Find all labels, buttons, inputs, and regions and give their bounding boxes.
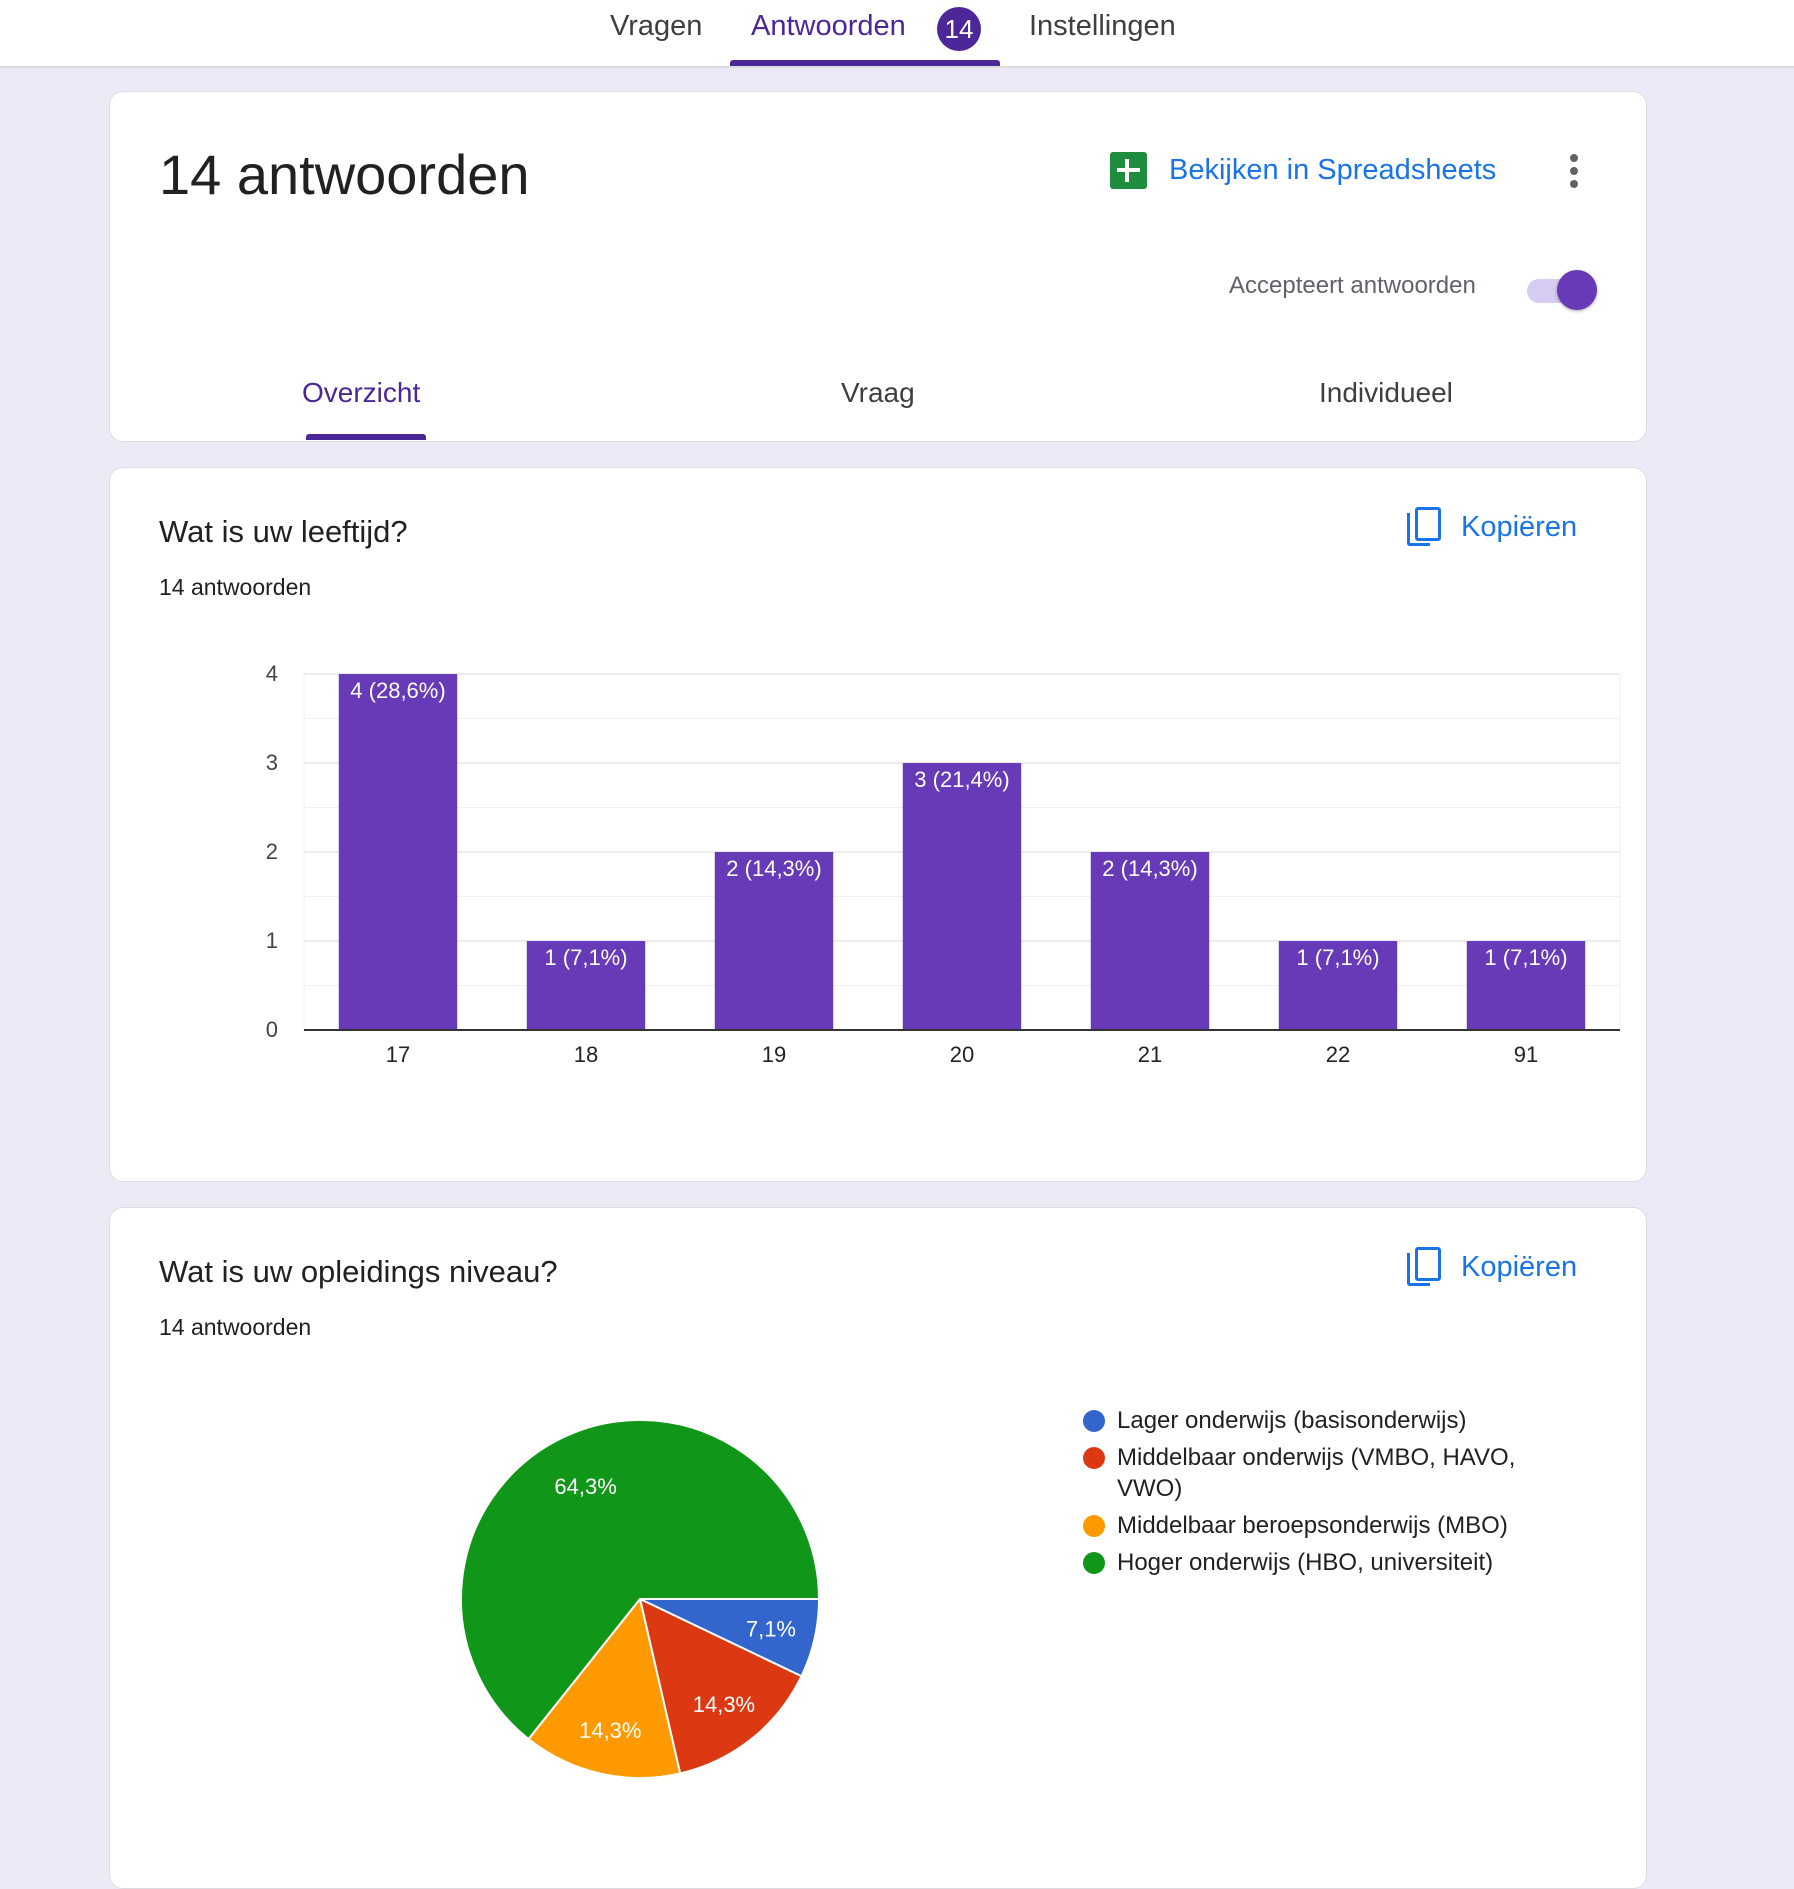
legend-item: Hoger onderwijs (HBO, universiteit)	[1083, 1547, 1543, 1578]
tab-overzicht[interactable]: Overzicht	[302, 377, 420, 409]
legend-item: Middelbaar beroepsonderwijs (MBO)	[1083, 1510, 1543, 1541]
question-card-age: Wat is uw leeftijd? 14 antwoorden Kopiër…	[109, 467, 1647, 1182]
x-tick-label: 91	[1514, 1042, 1538, 1067]
responses-summary-card: 14 antwoorden Bekijken in Spreadsheets A…	[109, 91, 1647, 442]
y-tick-label: 3	[266, 750, 278, 775]
bar-data-label: 1 (7,1%)	[1296, 945, 1379, 970]
x-tick-label: 19	[762, 1042, 786, 1067]
toggle-thumb	[1557, 270, 1597, 310]
age-bar-chart: 0 1 2 3 4 4 (28,6%) 17 1 (7,1%) 18 2 (14,3%) 19 3 (…	[266, 661, 1621, 1067]
pie-legend: Lager onderwijs (basisonderwijs) Middelba…	[1083, 1405, 1543, 1584]
question-card-education: Wat is uw opleidings niveau? 14 antwoord…	[109, 1207, 1647, 1889]
y-tick-label: 0	[266, 1017, 278, 1042]
tab-individueel[interactable]: Individueel	[1319, 377, 1453, 409]
legend-label: Lager onderwijs (basisonderwijs)	[1117, 1407, 1467, 1434]
bar	[902, 763, 1022, 1030]
x-tick-label: 20	[950, 1042, 974, 1067]
x-tick-label: 21	[1138, 1042, 1162, 1067]
x-tick-label: 22	[1326, 1042, 1350, 1067]
legend-swatch	[1083, 1410, 1105, 1432]
top-navigation: Vragen Antwoorden 14 Instellingen	[0, 0, 1794, 68]
bar-data-label: 4 (28,6%)	[350, 678, 445, 703]
accepting-responses-label: Accepteert antwoorden	[1229, 272, 1476, 299]
bar-data-label: 3 (21,4%)	[914, 767, 1009, 792]
active-tab-indicator	[730, 60, 1000, 66]
x-tick-label: 17	[386, 1042, 410, 1067]
legend-swatch	[1083, 1447, 1105, 1469]
legend-swatch	[1083, 1552, 1105, 1574]
active-subtab-indicator	[306, 434, 426, 440]
view-in-sheets-label: Bekijken in Spreadsheets	[1169, 154, 1497, 186]
tab-vragen[interactable]: Vragen	[610, 10, 702, 43]
pie-slice-label: 14,3%	[693, 1692, 755, 1717]
y-tick-label: 2	[266, 839, 278, 864]
more-vert-icon[interactable]	[1568, 154, 1580, 192]
pie-slice-label: 14,3%	[579, 1718, 641, 1743]
responses-count-badge: 14	[937, 7, 981, 51]
bar-data-label: 1 (7,1%)	[544, 945, 627, 970]
view-in-sheets-button[interactable]: Bekijken in Spreadsheets	[1110, 152, 1496, 189]
legend-swatch	[1083, 1515, 1105, 1537]
bar-data-label: 2 (14,3%)	[726, 856, 821, 881]
tab-antwoorden[interactable]: Antwoorden	[751, 10, 906, 43]
legend-label: Middelbaar onderwijs (VMBO, HAVO, VWO)	[1117, 1444, 1516, 1502]
bar-data-label: 2 (14,3%)	[1102, 856, 1197, 881]
pie-slice-label: 64,3%	[554, 1474, 616, 1499]
y-tick-label: 1	[266, 928, 278, 953]
legend-item: Middelbaar onderwijs (VMBO, HAVO, VWO)	[1083, 1442, 1543, 1504]
x-tick-label: 18	[574, 1042, 598, 1067]
tab-vraag[interactable]: Vraag	[841, 377, 915, 409]
responses-title: 14 antwoorden	[159, 143, 530, 206]
tab-instellingen[interactable]: Instellingen	[1029, 10, 1176, 43]
legend-item: Lager onderwijs (basisonderwijs)	[1083, 1405, 1543, 1436]
accepting-responses-toggle[interactable]	[1523, 265, 1597, 310]
bar	[338, 674, 458, 1030]
legend-label: Middelbaar beroepsonderwijs (MBO)	[1117, 1512, 1508, 1539]
legend-label: Hoger onderwijs (HBO, universiteit)	[1117, 1549, 1494, 1576]
bar-data-label: 1 (7,1%)	[1484, 945, 1567, 970]
sheets-icon	[1110, 152, 1147, 189]
y-tick-label: 4	[266, 661, 278, 686]
pie-slice-label: 7,1%	[746, 1617, 796, 1642]
